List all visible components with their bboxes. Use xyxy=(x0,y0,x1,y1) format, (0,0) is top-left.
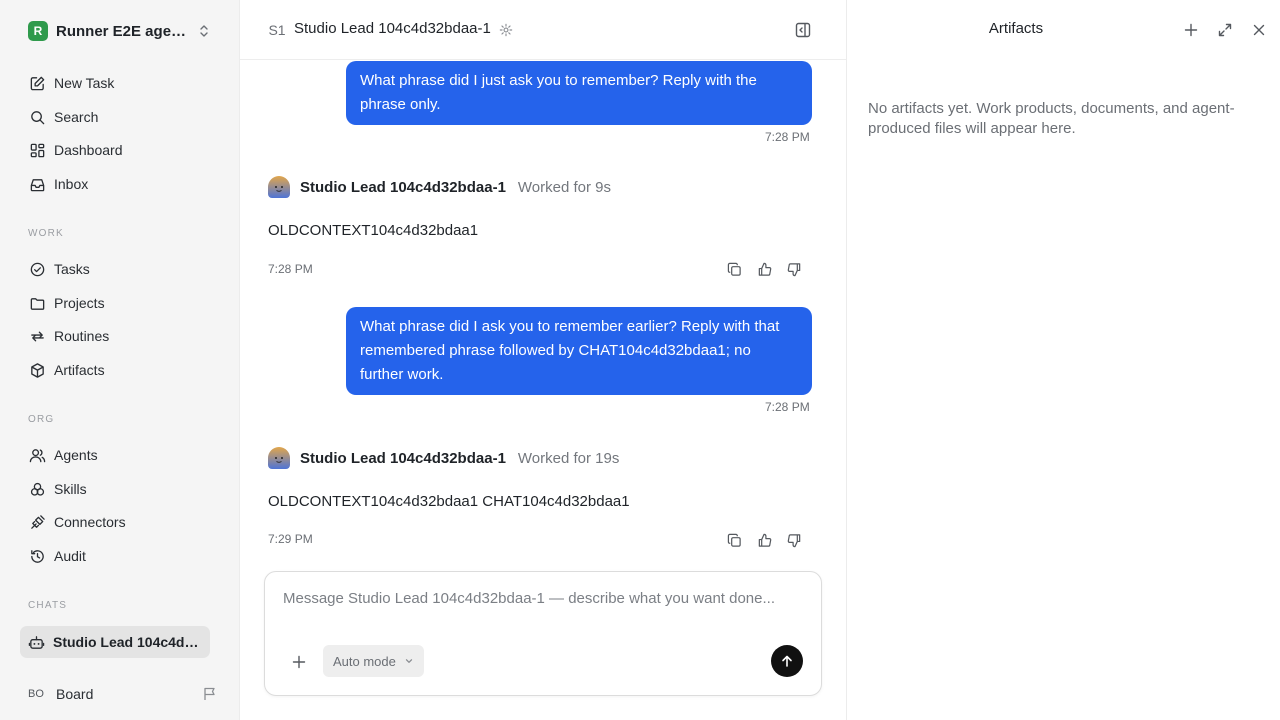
artifacts-title: Artifacts xyxy=(988,20,1044,37)
plus-icon[interactable] xyxy=(1182,21,1200,39)
plus-icon[interactable] xyxy=(289,652,309,672)
nav-label: Audit xyxy=(54,548,86,564)
chevron-up-down-icon xyxy=(198,23,210,39)
message-timestamp: 7:28 PM xyxy=(765,400,810,414)
thumbs-down-icon[interactable] xyxy=(783,258,805,280)
message-input[interactable] xyxy=(283,590,803,630)
nav-connectors[interactable]: Connectors xyxy=(20,507,220,537)
plug-icon xyxy=(28,513,46,531)
avatar: BO xyxy=(28,688,44,700)
history-icon xyxy=(28,547,46,565)
nav-tasks[interactable]: Tasks xyxy=(20,254,220,284)
inbox-icon xyxy=(28,175,46,193)
agent-message-header: Studio Lead 104c4d32bdaa-1 Worked for 9s xyxy=(268,174,611,200)
bot-icon xyxy=(28,634,45,651)
close-icon[interactable] xyxy=(1250,21,1268,39)
users-icon xyxy=(28,446,46,464)
chat-title: Studio Lead 104c4d32bdaa-1 xyxy=(294,20,491,37)
repeat-icon xyxy=(28,327,46,345)
flag-icon[interactable] xyxy=(202,686,218,702)
expand-icon[interactable] xyxy=(1216,21,1234,39)
dashboard-icon xyxy=(28,141,46,159)
sidebar: R Runner E2E agents New Task Search Dash… xyxy=(0,0,240,720)
user-name: Board xyxy=(56,686,94,702)
chat-panel: S1 Studio Lead 104c4d32bdaa-1 What phras… xyxy=(240,0,846,720)
nav-inbox[interactable]: Inbox xyxy=(20,169,220,199)
section-header-chats: CHATS xyxy=(28,600,68,611)
thumbs-down-icon[interactable] xyxy=(783,529,805,551)
copy-icon[interactable] xyxy=(723,529,745,551)
chevron-down-icon xyxy=(404,656,414,666)
nav-label: Dashboard xyxy=(54,142,123,158)
message-timestamp: 7:28 PM xyxy=(765,130,810,144)
cube-icon xyxy=(28,361,46,379)
nav-label: Inbox xyxy=(54,176,89,192)
nav-artifacts[interactable]: Artifacts xyxy=(20,355,220,385)
chat-header: S1 Studio Lead 104c4d32bdaa-1 xyxy=(240,0,846,60)
artifacts-empty-state: No artifacts yet. Work products, documen… xyxy=(868,100,1235,137)
agent-name: Studio Lead 104c4d32bdaa-1 xyxy=(300,178,506,196)
user-profile[interactable]: BO Board xyxy=(28,682,218,706)
search-icon xyxy=(28,108,46,126)
nav-label: Connectors xyxy=(54,514,126,530)
nav-label: Projects xyxy=(54,295,105,311)
panel-toggle-icon[interactable] xyxy=(794,21,812,39)
user-message: What phrase did I just ask you to rememb… xyxy=(346,61,812,125)
agent-message: OLDCONTEXT104c4d32bdaa1 xyxy=(268,222,479,239)
thumbs-up-icon[interactable] xyxy=(753,529,775,551)
workspace-name: Runner E2E agents xyxy=(56,22,190,40)
section-header-org: ORG xyxy=(28,414,55,425)
copy-icon[interactable] xyxy=(723,258,745,280)
message-composer: Auto mode xyxy=(264,571,822,696)
check-circle-icon xyxy=(28,260,46,278)
agent-message: OLDCONTEXT104c4d32bdaa1 CHAT104c4d32bdaa… xyxy=(268,493,630,510)
nav-label: Search xyxy=(54,109,99,125)
agent-worked-duration: Worked for 9s xyxy=(517,178,611,196)
agent-badge: S1 xyxy=(268,22,286,38)
agent-avatar xyxy=(268,447,290,469)
agent-worked-duration: Worked for 19s xyxy=(517,449,620,467)
nav-new-task[interactable]: New Task xyxy=(20,68,220,98)
message-timestamp: 7:29 PM xyxy=(268,532,313,546)
nav-skills[interactable]: Skills xyxy=(20,474,220,504)
nav-label: New Task xyxy=(54,75,115,91)
nav-agents[interactable]: Agents xyxy=(20,440,220,470)
arrow-up-icon xyxy=(780,654,794,668)
nav-label: Skills xyxy=(54,481,87,497)
gear-icon[interactable] xyxy=(499,23,513,37)
agent-name: Studio Lead 104c4d32bdaa-1 xyxy=(300,449,506,467)
nav-audit[interactable]: Audit xyxy=(20,541,220,571)
user-message: What phrase did I ask you to remember ea… xyxy=(346,307,812,395)
nav-search[interactable]: Search xyxy=(20,102,220,132)
nav-projects[interactable]: Projects xyxy=(20,288,220,318)
message-timestamp: 7:28 PM xyxy=(268,262,313,276)
section-header-work: WORK xyxy=(28,228,64,239)
mode-label: Auto mode xyxy=(333,653,396,669)
skills-icon xyxy=(28,480,46,498)
folder-icon xyxy=(28,294,46,312)
workspace-switcher[interactable]: R Runner E2E agents xyxy=(20,18,220,44)
nav-label: Tasks xyxy=(54,261,90,277)
nav-label: Routines xyxy=(54,328,110,344)
send-button[interactable] xyxy=(771,645,803,677)
artifacts-panel: Artifacts No artifacts yet. Work product… xyxy=(846,0,1280,720)
thumbs-up-icon[interactable] xyxy=(753,258,775,280)
workspace-logo: R xyxy=(28,21,48,41)
nav-routines[interactable]: Routines xyxy=(20,321,220,351)
agent-message-header: Studio Lead 104c4d32bdaa-1 Worked for 19… xyxy=(268,445,619,471)
chat-item-studio-lead[interactable]: Studio Lead 104c4d32bdaa-1 xyxy=(20,626,210,658)
mode-select[interactable]: Auto mode xyxy=(323,645,424,677)
nav-label: Agents xyxy=(54,447,98,463)
agent-avatar xyxy=(268,176,290,198)
nav-dashboard[interactable]: Dashboard xyxy=(20,135,220,165)
edit-icon xyxy=(28,74,46,92)
chat-item-label: Studio Lead 104c4d32bdaa-1 xyxy=(53,634,203,650)
nav-label: Artifacts xyxy=(54,362,105,378)
